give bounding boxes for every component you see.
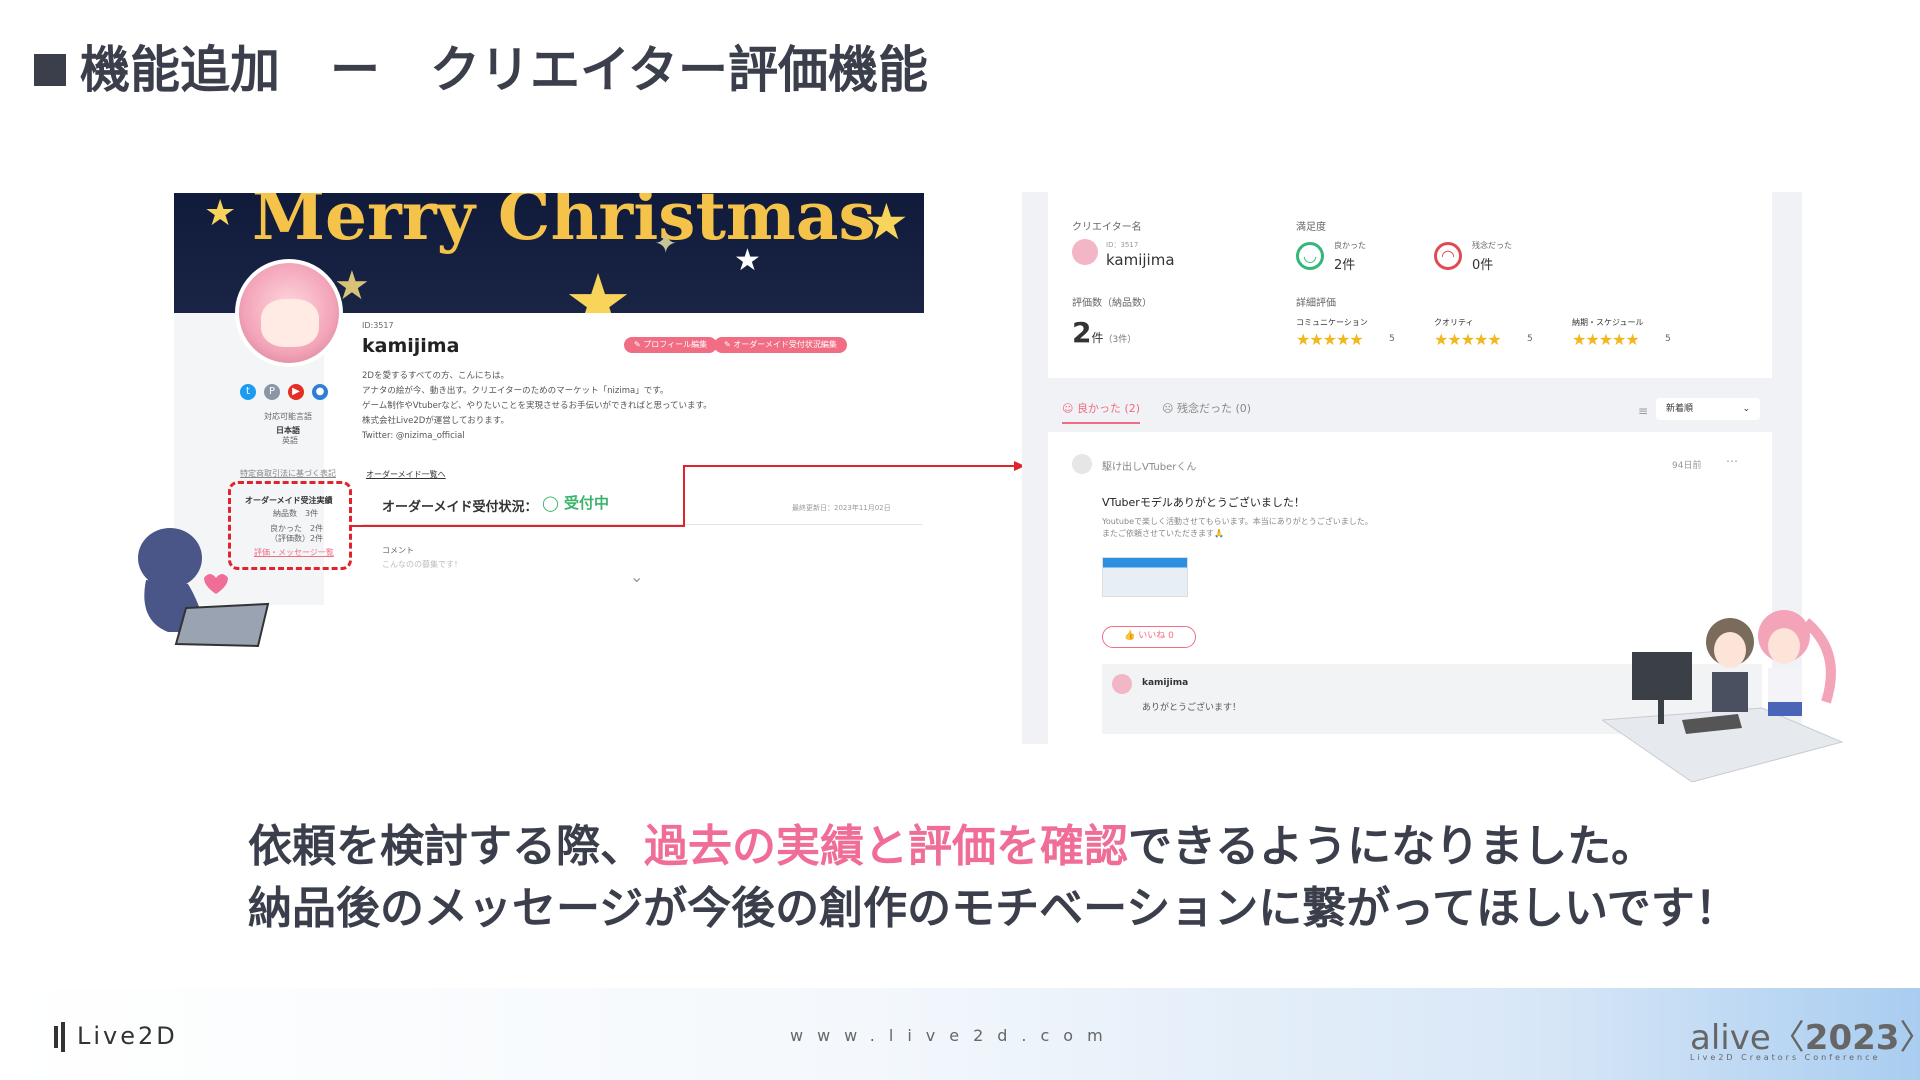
footer-url: www.live2d.com (790, 1026, 1117, 1045)
youtube-icon[interactable]: ▶ (288, 384, 304, 400)
rating-count-label: 評価数（納品数） (1072, 298, 1152, 309)
website-icon[interactable]: ● (312, 384, 328, 400)
banner-text: Merry Christmas (252, 193, 876, 255)
detail-communication-stars: ★★★★★ (1296, 330, 1364, 349)
star-icon: ★ (564, 257, 633, 313)
review-author: 駆け出しVTuberくん (1102, 462, 1197, 473)
creator-name: kamijima (1106, 251, 1175, 269)
tab-good[interactable]: ☺ 良かった (2) (1062, 400, 1141, 424)
good-label: 良かった (1334, 241, 1366, 250)
star-icon: ★ (864, 193, 909, 251)
languages-label: 対応可能言語 (264, 412, 312, 421)
live2d-logo-icon (54, 1026, 58, 1048)
pixiv-icon[interactable]: P (264, 384, 280, 400)
bad-label: 残念だった (1472, 241, 1512, 250)
subtitle-highlight: 過去の実績と評価を確認 (644, 821, 1128, 872)
chevron-down-icon: ⌄ (1742, 404, 1750, 414)
review-title: VTuberモデルありがとうございました！ (1102, 496, 1305, 509)
creator-avatar (1072, 239, 1098, 265)
creator-bio: 2Dを愛するすべての方、こんにちは。 アナタの絵が今、動き出す。クリエイターのた… (362, 371, 712, 441)
sort-select[interactable]: 新着順 ⌄ (1656, 398, 1760, 420)
sort-icon: ≡ (1638, 404, 1649, 418)
frown-icon: ◠ (1434, 242, 1462, 270)
bad-count: 0件 (1472, 258, 1494, 273)
event-logo: alive〈2023〉Live2D Creators Conference (1690, 1018, 1920, 1062)
creator-label: クリエイター名 (1072, 222, 1142, 233)
good-count: 2件 (1334, 258, 1356, 273)
artists-illustration (1602, 610, 1844, 782)
detail-quality-label: クオリティ (1434, 318, 1474, 327)
review-body-line: Youtubeで楽しく活動させてもらいます。本当にありがとうございました。 (1102, 517, 1373, 526)
rating-count: 2件（3件） (1072, 316, 1137, 349)
chevron-down-icon[interactable]: ⌄ (630, 567, 643, 586)
slide-title: 機能追加 ー クリエイター評価機能 (34, 30, 928, 102)
twitter-icon[interactable]: t (240, 384, 256, 400)
subtitle-line-2: 納品後のメッセージが今後の創作のモチベーションに繋がってほしいです！ (248, 883, 1739, 934)
more-options-icon[interactable]: ⋯ (1726, 454, 1738, 468)
detail-schedule-stars: ★★★★★ (1572, 330, 1640, 349)
satisfaction-label: 満足度 (1296, 222, 1326, 233)
profile-edit-button[interactable]: ✎ プロフィール編集 (624, 337, 718, 353)
slide: 機能追加 ー クリエイター評価機能 Merry Christmas ★ ★ ★ … (0, 0, 1920, 1080)
like-button[interactable]: 👍 いいね 0 (1102, 626, 1196, 648)
legal-notice-link[interactable]: 特定商取引法に基づく表記 (240, 468, 336, 479)
title-square-icon (34, 53, 66, 86)
detail-quality-stars: ★★★★★ (1434, 330, 1502, 349)
detail-label: 詳細評価 (1296, 298, 1336, 309)
detail-communication-value: 5 (1389, 334, 1395, 344)
detail-quality-value: 5 (1527, 334, 1533, 344)
pointer-arrow (352, 461, 1025, 527)
summary-panel (1048, 192, 1772, 378)
star-icon: ★ (204, 193, 237, 234)
star-icon: ★ (734, 243, 761, 278)
comment-text: こんなのの募集です！ (382, 560, 462, 569)
review-time: 94日前 (1672, 461, 1702, 471)
tab-bad[interactable]: ☹ 残念だった (0) (1162, 400, 1251, 416)
social-links: t P ▶ ● (240, 379, 336, 400)
comment-label: コメント (382, 546, 414, 555)
detail-schedule-label: 納期・スケジュール (1572, 318, 1644, 327)
creator-avatar (235, 259, 343, 367)
detail-schedule-value: 5 (1665, 334, 1671, 344)
smile-icon: ◡ (1296, 242, 1324, 270)
star-icon: ✦ (654, 227, 678, 260)
creator-id: ID:3517 (362, 321, 394, 330)
reviewer-avatar (1072, 454, 1092, 474)
subtitle-line-1: 依頼を検討する際、過去の実績と評価を確認できるようになりました。 (248, 821, 1656, 872)
order-settings-button[interactable]: ✎ オーダーメイド受付状況編集 (714, 337, 847, 353)
language-item: 英語 (282, 436, 298, 445)
review-body-line: またご依頼させていただきます🙏 (1102, 529, 1224, 538)
footer-logo: Live2D (54, 1022, 178, 1052)
review-attachment-thumbnail[interactable] (1102, 557, 1188, 597)
mascot-illustration (138, 528, 270, 648)
reply-avatar (1112, 674, 1132, 694)
creator-name: kamijima (362, 335, 460, 357)
reply-author: kamijima (1142, 678, 1189, 688)
detail-communication-label: コミュニケーション (1296, 318, 1368, 327)
creator-id: ID：3517 (1106, 241, 1139, 249)
reply-text: ありがとうございます！ (1142, 703, 1242, 713)
slide-title-text: 機能追加 ー クリエイター評価機能 (80, 41, 928, 99)
